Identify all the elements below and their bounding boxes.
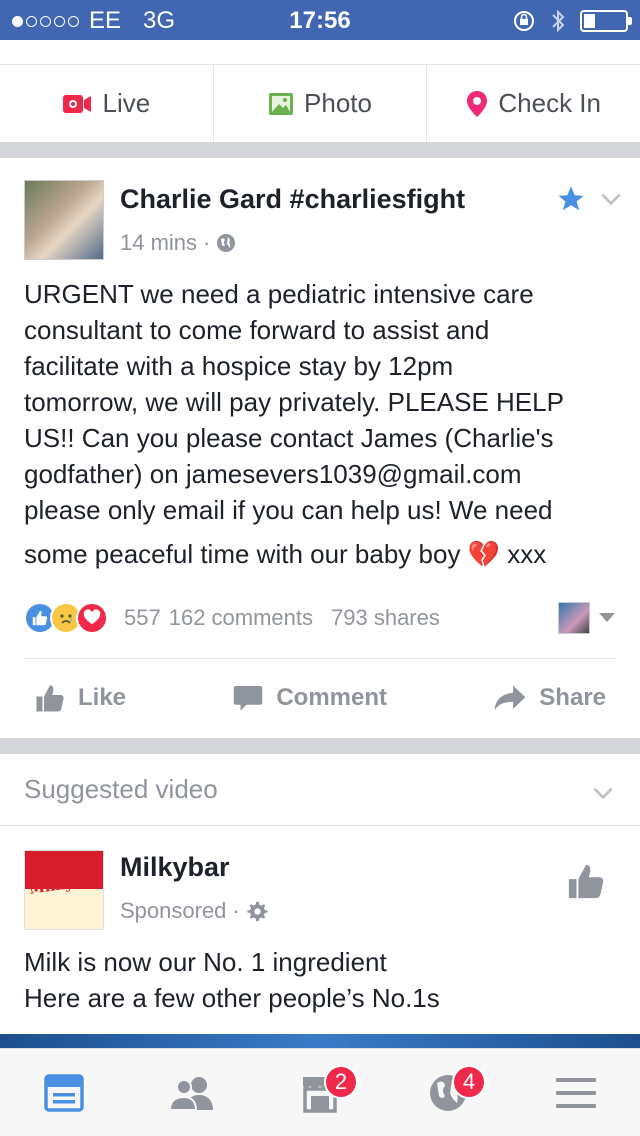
live-label: Live	[102, 88, 151, 118]
live-video-icon	[63, 94, 92, 113]
ad-body: Milk is now our No. 1 ingredient Here ar…	[24, 944, 624, 1016]
share-label: Share	[539, 684, 606, 711]
meta-dot: ·	[203, 230, 211, 255]
chevron-down-icon[interactable]	[590, 780, 616, 806]
feed-separator	[0, 142, 640, 158]
comment-bubble-icon	[234, 686, 263, 711]
tab-notifications[interactable]: 4	[408, 1063, 488, 1123]
like-page-icon[interactable]	[566, 862, 606, 900]
photo-icon	[269, 92, 294, 115]
photo-button[interactable]: Photo	[212, 65, 427, 142]
post-text-line[interactable]: godfather) on jamesevers1039@gmail.com	[24, 456, 624, 492]
post-text-line: facilitate with a hospice stay by 12pm	[24, 351, 454, 381]
post-author[interactable]: Charlie Gard #charliesfight	[120, 184, 465, 215]
tab-more-menu[interactable]	[536, 1063, 616, 1123]
tab-friend-requests[interactable]	[152, 1063, 232, 1123]
live-button[interactable]: Live	[0, 65, 213, 142]
location-pin-icon	[467, 90, 488, 117]
globe-icon	[217, 234, 236, 252]
friends-icon	[169, 1076, 213, 1111]
share-button[interactable]: Share	[483, 684, 616, 712]
post-text-line: please only email if you can help us! We…	[24, 495, 553, 525]
news-feed-icon	[44, 1073, 84, 1112]
marketplace-badge: 2	[324, 1064, 358, 1099]
tab-news-feed[interactable]	[24, 1063, 104, 1123]
check-in-button[interactable]: Check In	[426, 65, 640, 142]
suggested-video-header: Suggested video	[0, 756, 640, 826]
check-in-label: Check In	[498, 88, 601, 118]
post-time[interactable]: 14 mins	[120, 230, 197, 256]
battery-icon	[580, 10, 632, 32]
thumbs-up-icon	[36, 685, 64, 712]
post-text-line: US!! Can you please contact James (Charl…	[24, 423, 554, 453]
star-icon[interactable]	[556, 184, 586, 214]
reaction-count[interactable]: 557	[124, 605, 161, 631]
photo-label: Photo	[304, 88, 372, 118]
advertiser-logo[interactable]: Milkybar	[24, 850, 104, 930]
suggested-video-title: Suggested video	[24, 774, 218, 804]
post-text-line: tomorrow, we will pay privately. PLEASE …	[24, 387, 564, 417]
post-text-line: consultant to come forward to assist and	[24, 315, 490, 345]
advertiser-name[interactable]: Milkybar	[120, 852, 230, 883]
ad-text-line: Milk is now our No. 1 ingredient	[24, 947, 387, 977]
meta-dot: ·	[232, 898, 240, 923]
post-action-bar: Like Comment Share	[24, 666, 616, 730]
sponsored-label: Sponsored	[120, 898, 227, 923]
share-count[interactable]: 793 shares	[331, 605, 440, 631]
post-text-line: URGENT we need a pediatric intensive car…	[24, 279, 534, 309]
author-avatar[interactable]	[24, 180, 104, 260]
ad-text-line: Here are a few other people’s No.1s	[24, 983, 440, 1013]
comment-count[interactable]: 162 comments	[169, 605, 313, 631]
gear-icon[interactable]	[246, 900, 268, 922]
chevron-down-icon[interactable]	[598, 186, 624, 212]
comment-button[interactable]: Comment	[222, 683, 397, 713]
comment-label: Comment	[276, 684, 387, 711]
tab-marketplace[interactable]: 2	[280, 1063, 360, 1123]
viewer-avatar[interactable]	[558, 602, 590, 634]
like-label: Like	[78, 684, 127, 711]
status-bar: EE 3G 17:56	[0, 0, 640, 40]
composer-bar: Live Photo Check In	[0, 64, 640, 142]
feed-separator	[0, 738, 640, 754]
notifications-badge: 4	[452, 1064, 486, 1099]
share-arrow-icon	[494, 685, 526, 711]
post-header: Charlie Gard #charliesfight 14 mins ·	[24, 180, 624, 262]
hamburger-menu-icon	[556, 1077, 596, 1108]
post-body: URGENT we need a pediatric intensive car…	[24, 276, 624, 572]
video-preview[interactable]	[0, 1034, 640, 1048]
post-divider	[24, 658, 616, 659]
like-button[interactable]: Like	[24, 683, 136, 713]
caret-down-icon[interactable]	[598, 612, 616, 624]
reaction-summary[interactable]: 557 162 comments 793 shares	[24, 598, 616, 638]
bottom-tab-bar: 2 4	[0, 1048, 640, 1136]
post-text-line: some peaceful time with our baby boy 💔 x…	[24, 539, 547, 569]
love-reaction-icon	[76, 602, 108, 634]
rotation-lock-icon	[514, 11, 534, 31]
bluetooth-icon	[552, 9, 565, 33]
